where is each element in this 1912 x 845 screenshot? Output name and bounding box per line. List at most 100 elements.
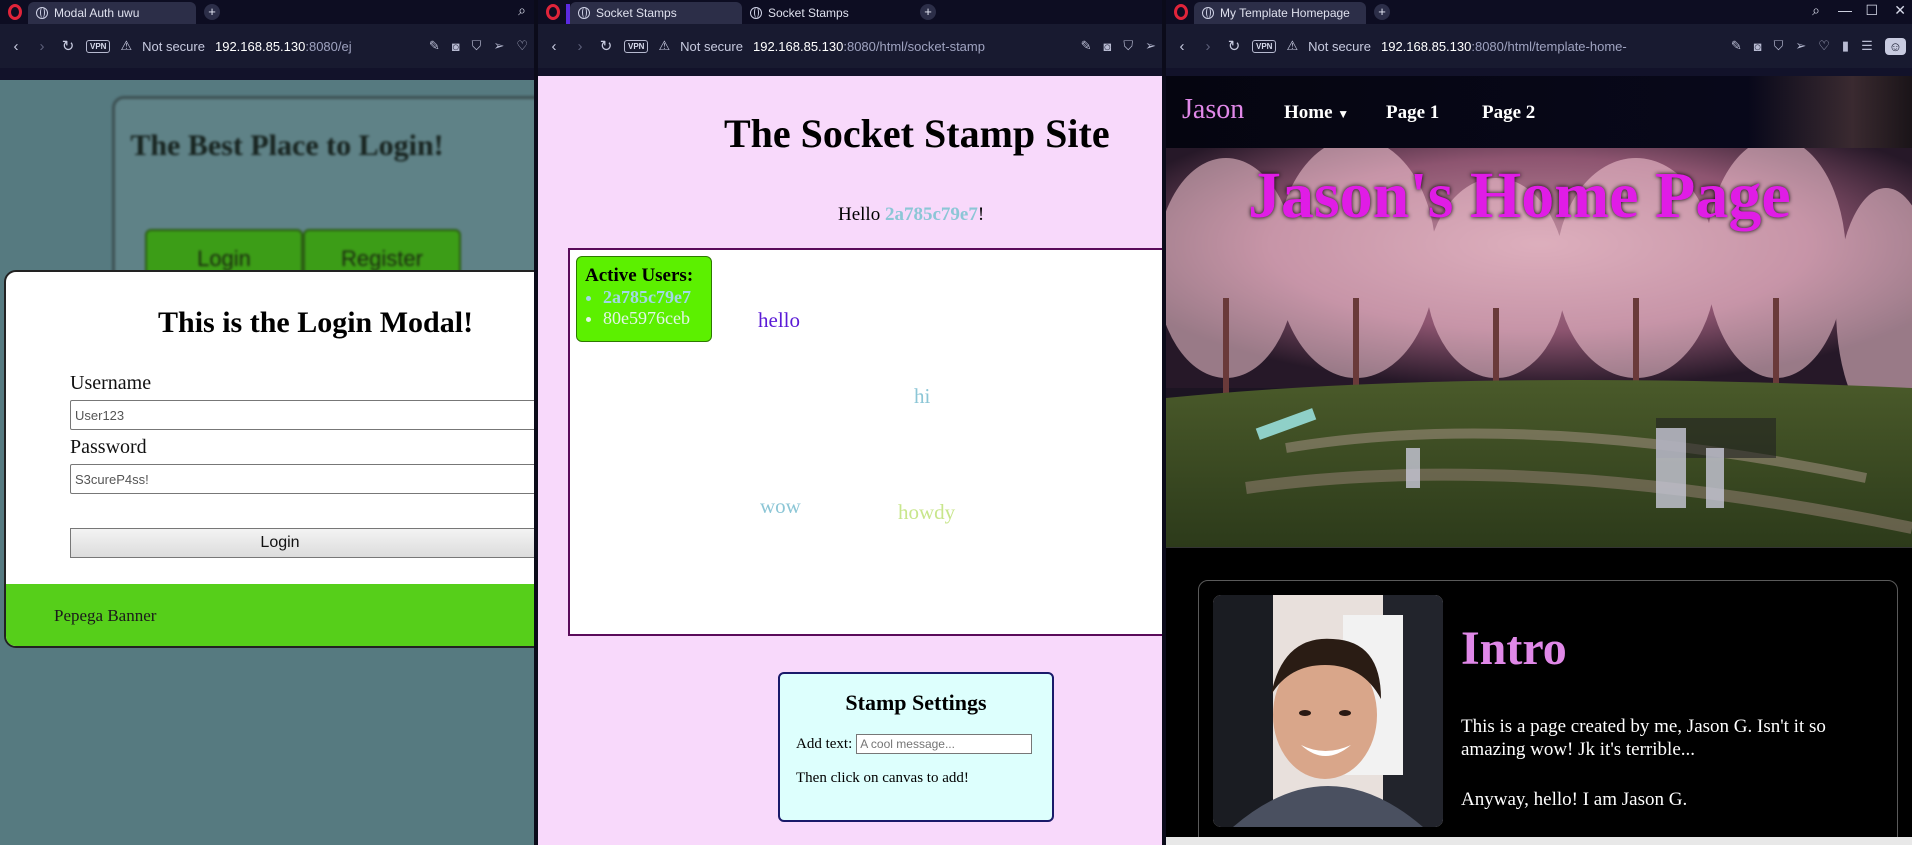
background-title: The Best Place to Login! [130,129,444,162]
camera-icon[interactable]: ◙ [1754,39,1762,54]
url-field[interactable]: 192.168.85.130:8080/html/template-home- [1381,39,1627,54]
browser-window-modal-auth: Modal Auth uwu + ⌕ ‹ › ↻ VPN ⚠ Not secur… [0,0,534,845]
profile-icon[interactable]: ☺ [1884,37,1906,55]
nav-page-1[interactable]: Page 1 [1386,102,1439,124]
tab-title: Socket Stamps [768,6,849,20]
tab-title: Socket Stamps [596,6,677,20]
caret-down-icon: ▼ [1337,107,1350,121]
add-text-label: Add text: [796,735,853,752]
new-tab-button[interactable]: + [1374,4,1390,20]
stamp-text-input[interactable] [856,734,1033,754]
username-label: Username [70,372,152,394]
camera-icon[interactable]: ◙ [1103,39,1111,54]
hero-banner: Jason's Home Page [1166,148,1912,548]
modal-title: This is the Login Modal! [158,306,474,339]
username-field[interactable] [70,400,534,430]
heart-icon[interactable]: ♡ [1818,38,1830,54]
address-actions: ✎ ◙ ⛉ ➢ [1072,24,1156,68]
page-title: The Socket Stamp Site [724,111,1110,156]
vpn-badge[interactable]: VPN [86,39,111,53]
address-bar: ‹ › ↻ VPN ⚠ Not secure 192.168.85.130:80… [1166,24,1912,68]
address-actions: ✎ ◙ ⛉ ➢ ♡ ▮ ☰ ☺ [1722,24,1906,68]
back-icon[interactable]: ‹ [8,38,24,55]
globe-icon [578,7,590,19]
close-icon[interactable]: ✕ [1894,2,1906,19]
security-status: Not secure [142,38,205,54]
back-icon[interactable]: ‹ [1174,38,1190,55]
back-icon[interactable]: ‹ [546,38,562,55]
reload-icon[interactable]: ↻ [60,37,76,55]
intro-text: This is a page created by me, Jason G. I… [1461,716,1826,760]
tab-bar: My Template Homepage + ⌕ — ☐ ✕ [1166,0,1912,24]
password-field[interactable] [70,464,534,494]
tab-title: Modal Auth uwu [54,6,140,20]
stamp-canvas[interactable]: Active Users: 2a785c79e7 80e5976ceb hell… [568,248,1162,636]
menu-icon[interactable]: ☰ [1861,38,1873,54]
tab-bar: Socket Stamps Socket Stamps + [538,0,1162,24]
nav-home[interactable]: Home ▼ [1284,102,1349,124]
stamp-settings-panel: Stamp Settings Add text: Then click on c… [778,672,1054,822]
new-tab-button[interactable]: + [920,4,936,20]
minimize-icon[interactable]: — [1838,2,1852,18]
edit-icon[interactable]: ✎ [1731,38,1742,54]
globe-icon [750,7,762,19]
horizontal-scrollbar[interactable] [1166,837,1912,845]
camera-icon[interactable]: ◙ [452,39,460,54]
vpn-badge[interactable]: VPN [1252,39,1277,53]
heart-icon[interactable]: ♡ [516,38,528,54]
maximize-icon[interactable]: ☐ [1865,2,1878,19]
active-users-list: 2a785c79e7 80e5976ceb [603,287,711,329]
battery-icon[interactable]: ▮ [1842,38,1849,54]
tab-socket-stamps-1[interactable]: Socket Stamps [570,2,742,24]
login-button[interactable]: Login [70,528,534,558]
warning-icon: ⚠ [120,38,133,53]
settings-note: Then click on canvas to add! [796,770,969,786]
search-icon[interactable]: ⌕ [518,2,526,19]
reload-icon[interactable]: ↻ [1226,37,1242,55]
hero-title: Jason's Home Page [1248,159,1791,232]
reload-icon[interactable]: ↻ [598,37,614,55]
tab-socket-stamps-2[interactable]: Socket Stamps [742,2,912,24]
tab-modal-auth[interactable]: Modal Auth uwu [28,2,196,24]
send-icon[interactable]: ➢ [1145,38,1156,54]
browser-window-socket-stamps: Socket Stamps Socket Stamps + ‹ › ↻ VPN … [538,0,1162,845]
forward-icon[interactable]: › [34,38,50,55]
active-users-panel: Active Users: 2a785c79e7 80e5976ceb [576,256,712,342]
send-icon[interactable]: ➢ [493,38,504,54]
opera-logo-icon[interactable] [1174,4,1188,20]
url-field[interactable]: 192.168.85.130:8080/ej [215,39,352,54]
address-actions: ✎ ◙ ⛉ ➢ ♡ [420,24,528,68]
current-user-id: 2a785c79e7 [884,204,978,225]
opera-logo-icon[interactable] [8,4,22,20]
send-icon[interactable]: ➢ [1795,38,1806,54]
shield-icon[interactable]: ⛉ [472,38,482,54]
globe-icon [1202,7,1214,19]
hello-message: Hello 2a785c79e7! [838,204,985,225]
url-field[interactable]: 192.168.85.130:8080/html/socket-stamp [753,39,985,54]
vpn-badge[interactable]: VPN [624,39,649,53]
tab-template-homepage[interactable]: My Template Homepage [1194,2,1366,24]
warning-icon: ⚠ [1286,38,1299,53]
stamp-text: hello [758,308,800,332]
page-content: The Best Place to Login! Login Register … [0,80,534,845]
site-navbar: Jason Home ▼ Page 1 Page 2 [1166,76,1912,148]
stamp-text: hi [914,384,931,408]
forward-icon[interactable]: › [572,38,588,55]
shield-icon[interactable]: ⛉ [1123,38,1133,54]
nav-page-2[interactable]: Page 2 [1482,102,1535,124]
brand-logo[interactable]: Jason [1182,94,1244,126]
shield-icon[interactable]: ⛉ [1774,38,1784,54]
active-users-title: Active Users: [585,265,694,286]
active-user: 80e5976ceb [603,308,711,329]
browser-window-template-homepage: My Template Homepage + ⌕ — ☐ ✕ ‹ › ↻ VPN… [1166,0,1912,845]
warning-icon: ⚠ [658,38,671,53]
edit-icon[interactable]: ✎ [429,38,440,54]
opera-logo-icon[interactable] [546,4,560,20]
intro-card: Intro This is a page created by me, Jaso… [1198,580,1898,845]
tab-bar: Modal Auth uwu + ⌕ [0,0,534,24]
address-bar: ‹ › ↻ VPN ⚠ Not secure 192.168.85.130:80… [538,24,1162,68]
forward-icon[interactable]: › [1200,38,1216,55]
new-tab-button[interactable]: + [204,4,220,20]
edit-icon[interactable]: ✎ [1081,38,1092,54]
search-icon[interactable]: ⌕ [1812,2,1820,19]
